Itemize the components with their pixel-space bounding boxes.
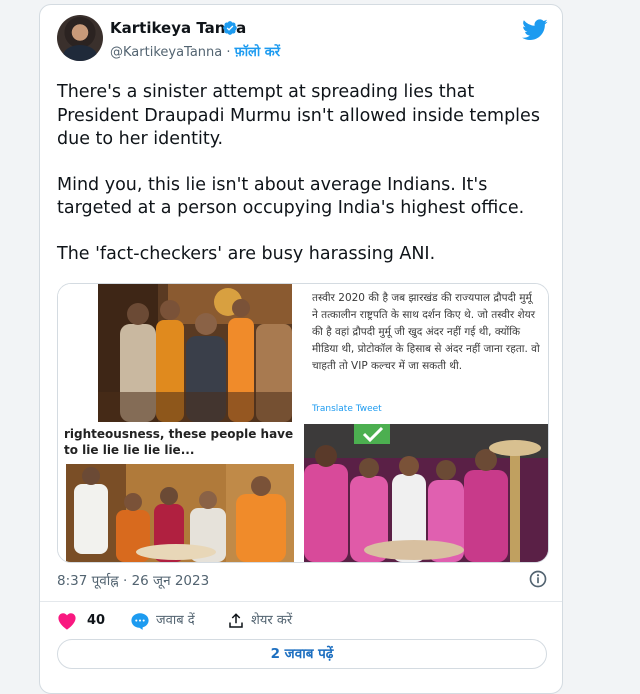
author-handle[interactable]: @KartikeyaTanna <box>110 45 222 60</box>
hindi-caption: तस्वीर 2020 की है जब झारखंड की राज्यपाल … <box>312 292 540 372</box>
info-icon[interactable] <box>528 569 548 589</box>
media-image-temple-visit[interactable] <box>58 284 302 422</box>
like-button[interactable]: 40 <box>57 611 105 631</box>
separator: · <box>122 573 128 589</box>
share-button[interactable]: शेयर करें <box>227 611 292 631</box>
share-icon <box>229 612 243 628</box>
media-image-hindi-tweet[interactable]: तस्वीर 2020 की है जब झारखंड की राज्यपाल … <box>304 284 548 422</box>
translate-tweet-link: Translate Tweet <box>312 404 382 414</box>
media-image-ritual[interactable]: righteousness, these people have to lie … <box>58 424 302 562</box>
tweet-paragraph: Mind you, this lie isn't about average I… <box>57 174 525 219</box>
media-grid: तस्वीर 2020 की है जब झारखंड की राज्यपाल … <box>57 283 549 563</box>
handle-row: @KartikeyaTanna · फ़ॉलो करें <box>110 42 280 60</box>
separator: · <box>226 45 231 60</box>
reply-button[interactable]: जवाब दें <box>130 611 195 631</box>
media-image-prayer[interactable] <box>304 424 548 562</box>
heart-icon <box>58 612 76 630</box>
reply-icon <box>131 612 149 630</box>
tweet-timestamp[interactable]: 8:37 पूर्वाह्न · 26 जून 2023 <box>57 571 209 589</box>
english-caption: righteousness, these people have to lie … <box>64 427 294 457</box>
tweet-paragraph: There's a sinister attempt at spreading … <box>57 82 540 149</box>
tweet-card: Kartikeya Tanna @KartikeyaTanna · फ़ॉलो … <box>39 4 563 694</box>
prayer-photo <box>304 424 548 562</box>
like-count: 40 <box>87 613 106 628</box>
temple-visit-photo <box>58 284 302 422</box>
tweet-date: 26 जून 2023 <box>131 573 210 589</box>
verified-badge-icon <box>223 21 237 35</box>
reply-label: जवाब दें <box>156 613 195 628</box>
tweet-paragraph: The 'fact-checkers' are busy harassing A… <box>57 243 436 264</box>
tweet-text: There's a sinister attempt at spreading … <box>57 81 557 288</box>
avatar[interactable] <box>57 15 103 61</box>
read-replies-button[interactable]: 2 जवाब पढ़ें <box>57 639 547 669</box>
twitter-bird-icon[interactable] <box>522 19 548 41</box>
follow-button[interactable]: फ़ॉलो करें <box>235 45 280 60</box>
ritual-photo <box>66 464 294 562</box>
tweet-time: 8:37 पूर्वाह्न <box>57 573 119 589</box>
share-label: शेयर करें <box>251 613 293 628</box>
divider <box>40 601 562 602</box>
